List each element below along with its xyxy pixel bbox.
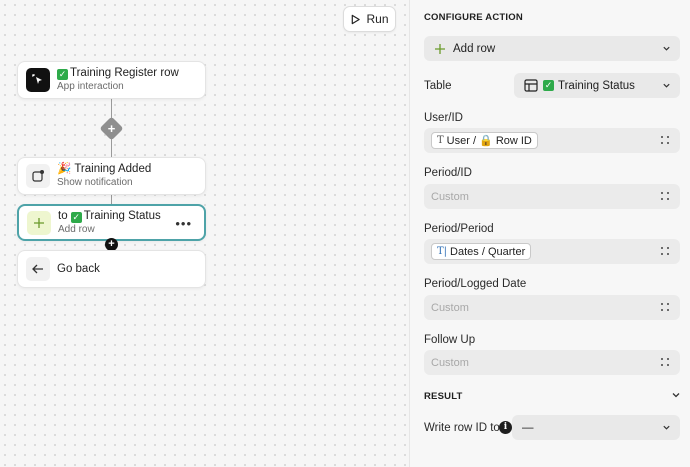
text-type-icon: T xyxy=(437,135,444,146)
info-icon[interactable]: i xyxy=(499,421,512,434)
arrow-left-icon xyxy=(26,257,50,281)
drag-handle-icon[interactable] xyxy=(661,247,670,256)
field-label-user-id: User/ID xyxy=(424,112,463,124)
drag-handle-icon[interactable] xyxy=(661,303,670,312)
play-icon xyxy=(352,14,361,24)
node-training-register-row[interactable]: ✓ Training Register row App interaction xyxy=(17,61,206,99)
action-select-value: Add row xyxy=(453,42,496,55)
node-title-prefix: to xyxy=(58,209,68,222)
chip-label: User / 🔒 Row ID xyxy=(446,135,532,147)
notification-icon xyxy=(26,164,50,188)
node-add-row-training-status[interactable]: to ✓ Training Status Add row ••• xyxy=(17,204,206,241)
run-button[interactable]: Run xyxy=(343,6,396,32)
configure-panel: CONFIGURE ACTION Add row Table ✓ Trainin… xyxy=(409,0,690,467)
run-label: Run xyxy=(366,12,389,26)
table-label: Table xyxy=(424,80,452,92)
chevron-down-icon xyxy=(663,46,670,51)
configure-action-title: CONFIGURE ACTION xyxy=(424,12,523,23)
table-select-value: Training Status xyxy=(558,79,635,92)
write-row-id-label: Write row ID to xyxy=(424,422,500,434)
field-placeholder: Custom xyxy=(431,301,469,314)
text-cursor-icon: T| xyxy=(437,246,448,257)
field-label-period-id: Period/ID xyxy=(424,167,472,179)
value-chip[interactable]: T User / 🔒 Row ID xyxy=(431,132,538,149)
result-title: RESULT xyxy=(424,391,463,402)
field-placeholder: Custom xyxy=(431,356,469,369)
table-select[interactable]: ✓ Training Status xyxy=(514,73,680,98)
node-subtitle: App interaction xyxy=(57,81,124,92)
drag-handle-icon[interactable] xyxy=(661,358,670,367)
chevron-down-icon[interactable] xyxy=(671,390,681,400)
node-training-added[interactable]: 🎉 Training Added Show notification xyxy=(17,157,206,195)
write-row-id-value: — xyxy=(522,421,534,434)
field-label-period-period: Period/Period xyxy=(424,223,494,235)
period-period-field[interactable]: T| Dates / Quarter xyxy=(424,239,680,264)
node-subtitle: Add row xyxy=(58,223,95,235)
plus-icon xyxy=(27,210,51,235)
plus-icon[interactable]: + xyxy=(103,120,120,137)
period-logged-date-field[interactable]: Custom xyxy=(424,295,680,320)
node-title: Training Status xyxy=(83,209,161,222)
period-id-field[interactable]: Custom xyxy=(424,184,680,209)
plus-icon xyxy=(435,43,445,54)
field-label-follow-up: Follow Up xyxy=(424,334,476,346)
node-title: Go back xyxy=(57,262,100,275)
check-icon: ✓ xyxy=(57,69,68,80)
more-options-icon[interactable]: ••• xyxy=(175,216,192,231)
user-id-field[interactable]: T User / 🔒 Row ID xyxy=(424,128,680,153)
node-go-back[interactable]: Go back xyxy=(17,250,206,288)
drag-handle-icon[interactable] xyxy=(661,192,670,201)
follow-up-field[interactable]: Custom xyxy=(424,350,680,375)
node-subtitle: Show notification xyxy=(57,177,133,188)
value-chip[interactable]: T| Dates / Quarter xyxy=(431,243,532,260)
action-select[interactable]: Add row xyxy=(424,36,680,61)
chevron-down-icon xyxy=(663,425,670,430)
workflow-canvas[interactable]: Run + ✓ Training Register row App interac… xyxy=(0,0,409,467)
drag-handle-icon[interactable] xyxy=(661,136,670,145)
connector-line xyxy=(111,195,112,204)
write-row-id-select[interactable]: — xyxy=(512,415,680,440)
table-icon xyxy=(524,79,538,92)
cursor-click-icon xyxy=(26,68,50,92)
field-label-period-logged-date: Period/Logged Date xyxy=(424,278,527,290)
node-title: Training Register row xyxy=(70,67,179,79)
check-icon: ✓ xyxy=(70,211,82,223)
party-icon: 🎉 xyxy=(57,163,75,175)
check-icon: ✓ xyxy=(543,80,554,91)
chip-label: Dates / Quarter xyxy=(450,245,526,258)
chevron-down-icon xyxy=(663,83,670,88)
node-title: Training Added xyxy=(74,163,152,175)
field-placeholder: Custom xyxy=(431,190,469,203)
